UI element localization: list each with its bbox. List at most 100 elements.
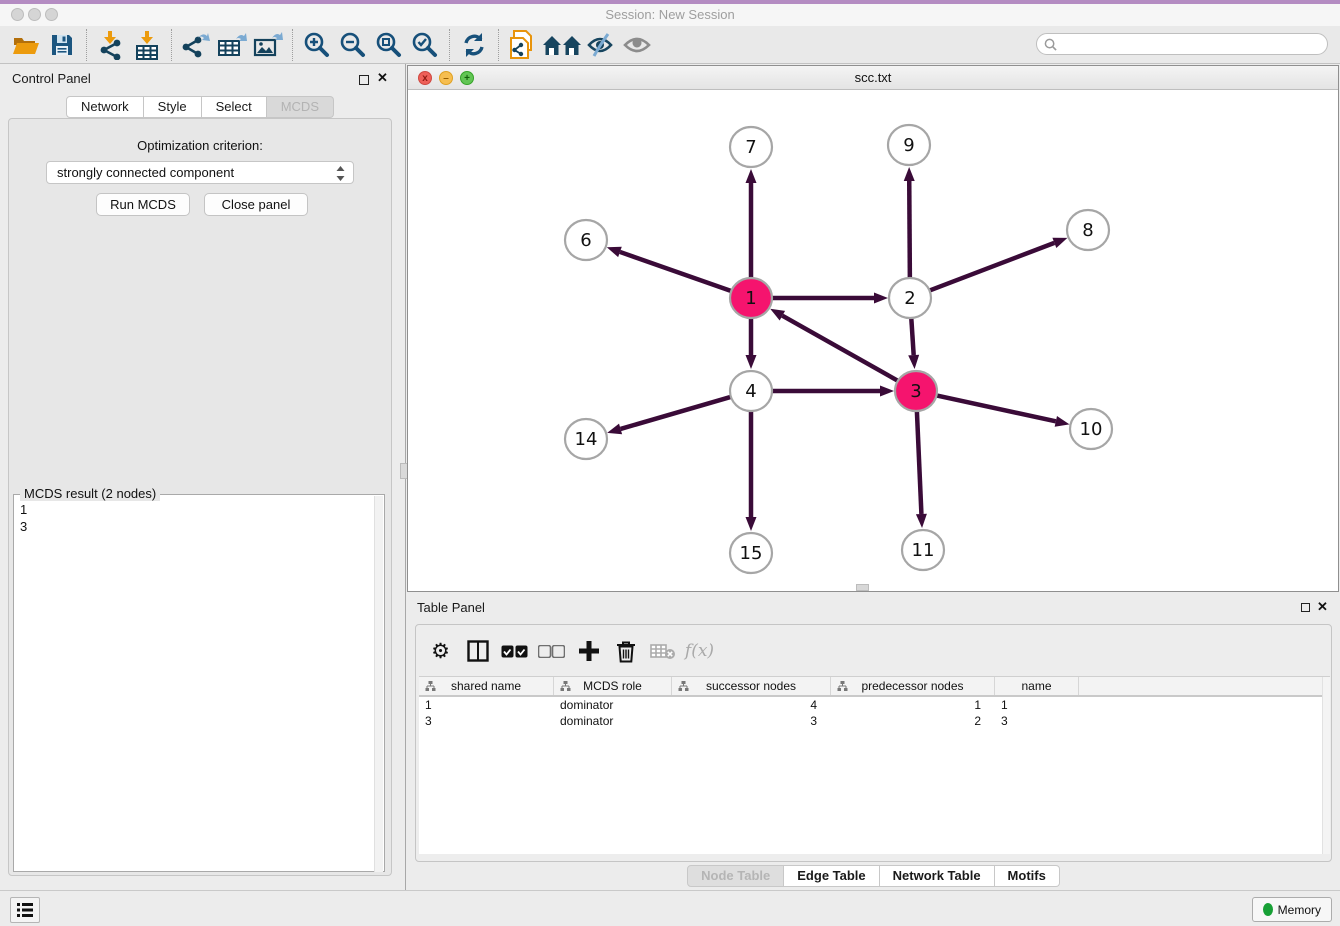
function-builder-button[interactable]: f(x): [681, 634, 718, 668]
tab-network[interactable]: Network: [66, 96, 144, 118]
delete-table-button[interactable]: [644, 634, 681, 668]
table-scrollbar[interactable]: [1322, 677, 1330, 854]
home-button[interactable]: [541, 29, 583, 61]
column-header-name[interactable]: name: [995, 677, 1079, 695]
show-columns-button[interactable]: [459, 634, 496, 668]
cell-shared-name[interactable]: 1: [419, 697, 554, 713]
table-panel-float-icon[interactable]: [1301, 603, 1310, 612]
graph-node-7[interactable]: 7: [730, 127, 772, 167]
column-header-shared-name[interactable]: shared name: [419, 677, 554, 695]
control-panel-title: Control Panel: [12, 71, 91, 86]
table-panel-close-icon[interactable]: ✕: [1317, 599, 1328, 615]
export-network-button[interactable]: [178, 29, 214, 61]
zoom-fit-button[interactable]: [371, 29, 407, 61]
tab-style[interactable]: Style: [144, 96, 202, 118]
graph-node-8[interactable]: 8: [1067, 210, 1109, 250]
cell-successor-nodes[interactable]: 4: [672, 697, 831, 713]
cell-MCDS-role[interactable]: dominator: [554, 713, 672, 729]
column-header-predecessor-nodes[interactable]: predecessor nodes: [831, 677, 995, 695]
edge-arrowhead: [746, 355, 757, 369]
duplicate-network-button[interactable]: [505, 29, 541, 61]
edge-4-14[interactable]: [621, 396, 734, 429]
graph-node-10[interactable]: 10: [1070, 409, 1112, 449]
tab-node-table[interactable]: Node Table: [687, 865, 784, 887]
network-window-titlebar[interactable]: x – + scc.txt: [408, 66, 1338, 90]
network-canvas[interactable]: 7 9 6 8 1 2 4 3 14 10 15 11: [408, 90, 1338, 591]
graph-node-9[interactable]: 9: [888, 125, 930, 165]
edge-3-1[interactable]: [782, 316, 900, 382]
graph-node-6[interactable]: 6: [565, 220, 607, 260]
edge-arrowhead: [607, 247, 622, 257]
node-table[interactable]: shared nameMCDS rolesuccessor nodesprede…: [419, 676, 1330, 854]
import-network-button[interactable]: [93, 29, 129, 61]
refresh-button[interactable]: [456, 29, 492, 61]
cell-name[interactable]: 1: [995, 697, 1079, 713]
cell-successor-nodes[interactable]: 3: [672, 713, 831, 729]
edge-2-9[interactable]: [909, 181, 910, 280]
control-panel-close-icon[interactable]: ✕: [377, 70, 388, 86]
zoom-out-button[interactable]: [335, 29, 371, 61]
tab-network-table[interactable]: Network Table: [880, 865, 995, 887]
save-session-button[interactable]: [44, 29, 80, 61]
criterion-dropdown[interactable]: strongly connected component: [46, 161, 354, 184]
zoom-window-button[interactable]: [45, 8, 58, 21]
svg-text:14: 14: [575, 429, 598, 450]
tab-edge-table[interactable]: Edge Table: [784, 865, 879, 887]
toggle-graphics-details-button[interactable]: [583, 29, 619, 61]
graph-node-2[interactable]: 2: [889, 278, 931, 318]
edge-1-6[interactable]: [620, 252, 734, 292]
cell-predecessor-nodes[interactable]: 2: [831, 713, 995, 729]
tab-select[interactable]: Select: [202, 96, 267, 118]
edge-arrowhead: [916, 514, 927, 528]
table-row[interactable]: 3dominator323: [419, 713, 1330, 729]
network-close-icon[interactable]: x: [418, 71, 432, 85]
close-window-button[interactable]: [11, 8, 24, 21]
graph-node-3[interactable]: 3: [895, 371, 937, 411]
column-header-MCDS-role[interactable]: MCDS role: [554, 677, 672, 695]
zoom-selected-button[interactable]: [407, 29, 443, 61]
open-session-button[interactable]: [8, 29, 44, 61]
edge-3-10[interactable]: [934, 395, 1056, 422]
search-field[interactable]: [1036, 33, 1328, 55]
delete-column-button[interactable]: [607, 634, 644, 668]
cell-predecessor-nodes[interactable]: 1: [831, 697, 995, 713]
zoom-in-button[interactable]: [299, 29, 335, 61]
graph-node-11[interactable]: 11: [902, 530, 944, 570]
edge-3-11[interactable]: [917, 409, 922, 514]
graph-node-1[interactable]: 1: [730, 278, 772, 318]
table-row[interactable]: 1dominator411: [419, 697, 1330, 713]
import-table-button[interactable]: [129, 29, 165, 61]
shared-column-icon: [678, 681, 689, 695]
memory-button[interactable]: Memory: [1252, 897, 1332, 922]
graph-node-14[interactable]: 14: [565, 419, 607, 459]
minimize-window-button[interactable]: [28, 8, 41, 21]
table-settings-button[interactable]: ⚙: [422, 634, 459, 668]
network-window-resize-grip[interactable]: [856, 584, 869, 591]
close-panel-button[interactable]: Close panel: [204, 193, 308, 216]
edge-2-8[interactable]: [927, 243, 1055, 292]
cell-name[interactable]: 3: [995, 713, 1079, 729]
result-scrollbar[interactable]: [374, 496, 383, 872]
cell-shared-name[interactable]: 3: [419, 713, 554, 729]
export-image-button[interactable]: [250, 29, 286, 61]
network-maximize-icon[interactable]: +: [460, 71, 474, 85]
deselect-all-columns-button[interactable]: [533, 634, 570, 668]
graph-node-15[interactable]: 15: [730, 533, 772, 573]
show-panels-button[interactable]: [10, 897, 40, 923]
edge-2-3[interactable]: [911, 316, 914, 355]
open-folder-icon: [12, 32, 40, 58]
tab-mcds[interactable]: MCDS: [267, 96, 334, 118]
select-all-columns-button[interactable]: [496, 634, 533, 668]
show-hide-panel-button[interactable]: [619, 29, 655, 61]
create-column-button[interactable]: [570, 634, 607, 668]
search-icon: [1044, 38, 1057, 51]
search-input[interactable]: [1061, 37, 1327, 51]
control-panel-float-icon[interactable]: [359, 75, 369, 85]
cell-MCDS-role[interactable]: dominator: [554, 697, 672, 713]
export-table-button[interactable]: [214, 29, 250, 61]
graph-node-4[interactable]: 4: [730, 371, 772, 411]
column-header-successor-nodes[interactable]: successor nodes: [672, 677, 831, 695]
tab-motifs[interactable]: Motifs: [995, 865, 1060, 887]
run-mcds-button[interactable]: Run MCDS: [96, 193, 190, 216]
network-minimize-icon[interactable]: –: [439, 71, 453, 85]
